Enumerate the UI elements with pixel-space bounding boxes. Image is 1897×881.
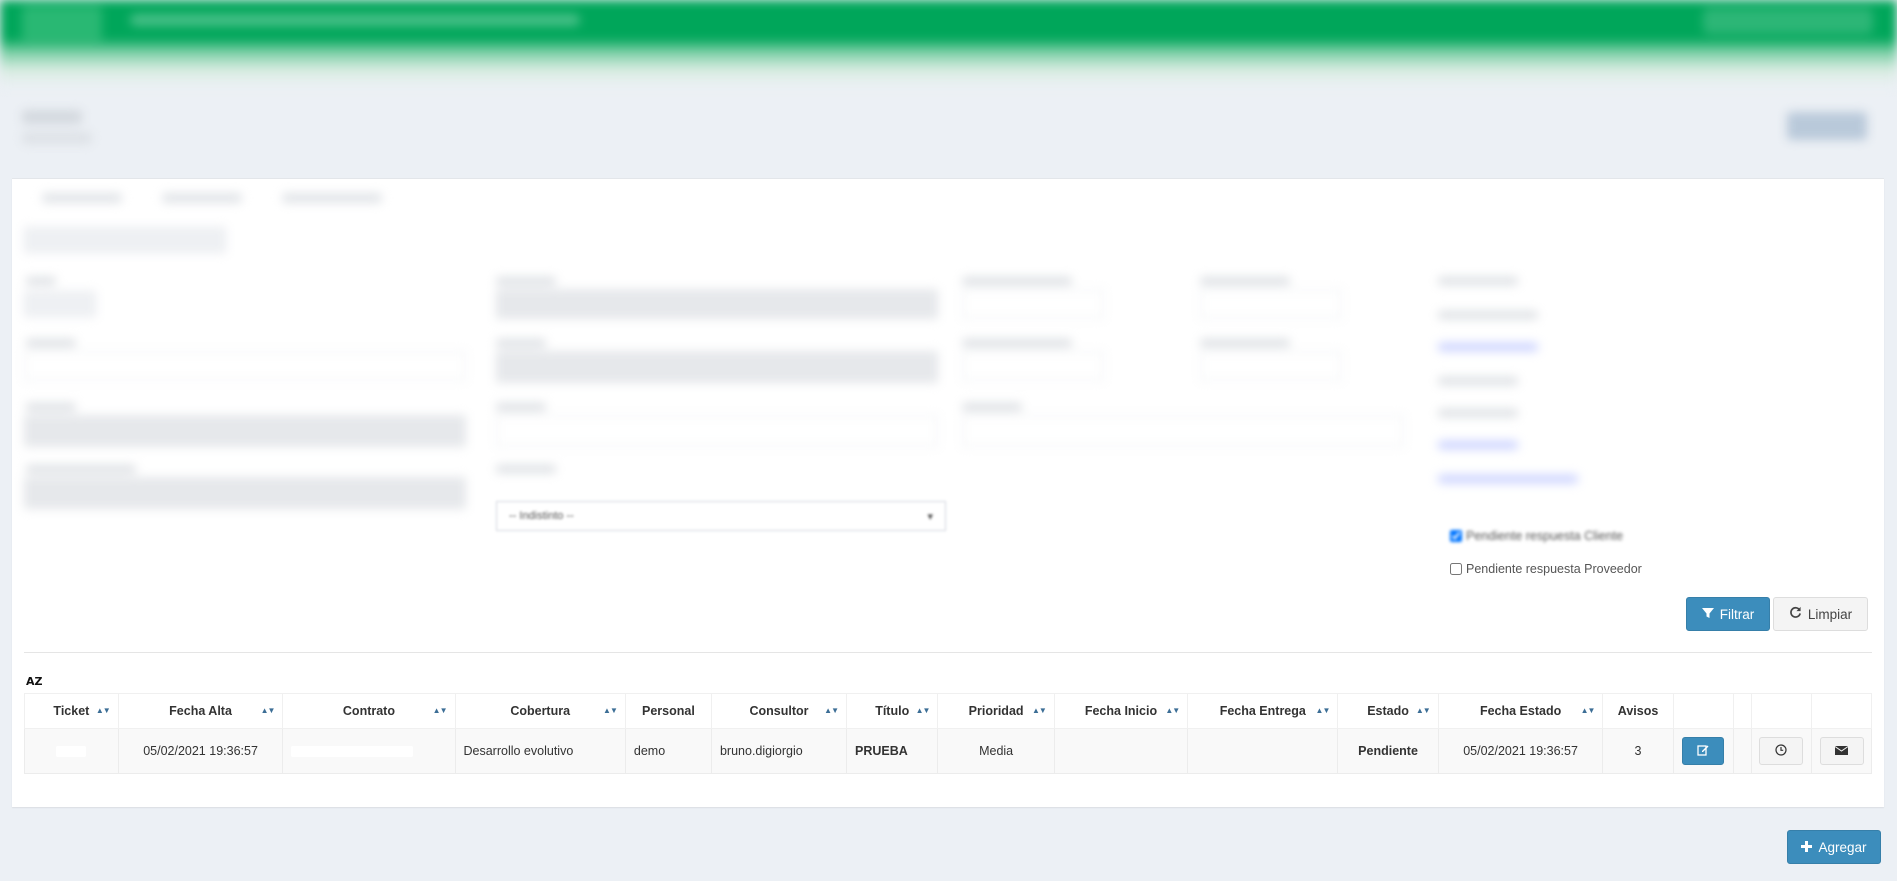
plus-icon bbox=[1801, 840, 1813, 855]
col-fecha-estado[interactable]: Fecha Estado ▲▼ bbox=[1437, 693, 1604, 729]
edit-button[interactable] bbox=[1682, 737, 1725, 765]
col-personal: Personal bbox=[624, 693, 712, 729]
col-action-history bbox=[1750, 693, 1813, 729]
cell-consultor: bruno.digiorgio bbox=[710, 728, 848, 774]
navbar-menu[interactable] bbox=[130, 14, 580, 26]
tabs-bar[interactable] bbox=[22, 179, 622, 215]
sort-icon[interactable]: ▲▼ bbox=[1316, 706, 1331, 715]
header-label: Fecha Alta bbox=[169, 704, 232, 718]
sort-icon[interactable]: ▲▼ bbox=[916, 706, 931, 715]
filter-select[interactable]: -- Indistinto -- ▾ bbox=[496, 501, 946, 531]
header-action-button[interactable] bbox=[1787, 112, 1867, 140]
header-label: Fecha Entrega bbox=[1219, 704, 1306, 718]
app-logo[interactable] bbox=[22, 6, 102, 42]
col-consultor[interactable]: Consultor ▲▼ bbox=[710, 693, 848, 729]
header-label: Fecha Inicio bbox=[1084, 704, 1158, 718]
sort-icon[interactable]: ▲▼ bbox=[433, 706, 448, 715]
col-avisos: Avisos bbox=[1602, 693, 1674, 729]
checkbox-label: Pendiente respuesta Proveedor bbox=[1466, 562, 1642, 576]
filter-icon bbox=[1701, 607, 1714, 622]
header-label: Avisos bbox=[1617, 704, 1659, 718]
filtrar-button[interactable]: Filtrar bbox=[1686, 597, 1770, 631]
cell-history bbox=[1750, 728, 1813, 774]
col-estado[interactable]: Estado ▲▼ bbox=[1337, 693, 1439, 729]
cell-spacer bbox=[1733, 728, 1752, 774]
checkbox-pendiente-cliente[interactable]: Pendiente respuesta Cliente bbox=[1450, 529, 1623, 543]
header-label: Contrato bbox=[342, 704, 395, 718]
top-navbar bbox=[0, 0, 1897, 88]
header-label: Fecha Estado bbox=[1479, 704, 1562, 718]
cell-titulo: PRUEBA bbox=[846, 728, 939, 774]
col-titulo[interactable]: Título ▲▼ bbox=[846, 693, 939, 729]
col-spacer bbox=[1733, 693, 1752, 729]
checkbox-input[interactable] bbox=[1450, 530, 1462, 542]
sort-icon[interactable]: ▲▼ bbox=[1416, 706, 1431, 715]
cell-mail bbox=[1811, 728, 1872, 774]
redacted-ticket bbox=[56, 746, 87, 758]
user-menu[interactable] bbox=[1703, 8, 1873, 34]
breadcrumb bbox=[22, 132, 92, 144]
cell-fecha-inicio bbox=[1053, 728, 1189, 774]
filter-form bbox=[12, 215, 1578, 645]
cell-prioridad: Media bbox=[937, 728, 1055, 774]
history-button[interactable] bbox=[1759, 737, 1804, 765]
cell-avisos: 3 bbox=[1602, 728, 1674, 774]
sort-icon[interactable]: ▲▼ bbox=[603, 706, 618, 715]
filtrar-label: Filtrar bbox=[1719, 606, 1755, 622]
cell-personal: demo bbox=[624, 728, 712, 774]
redacted-contrato bbox=[291, 746, 414, 758]
col-action-edit bbox=[1672, 693, 1735, 729]
sort-icon[interactable]: ▲▼ bbox=[261, 706, 276, 715]
cell-fecha-entrega bbox=[1187, 728, 1339, 774]
col-ticket[interactable]: Ticket ▲▼ bbox=[24, 693, 119, 729]
cell-cobertura: Desarrollo evolutivo bbox=[454, 728, 626, 774]
limpiar-button[interactable]: Limpiar bbox=[1773, 597, 1868, 631]
sort-icon[interactable]: ▲▼ bbox=[1581, 706, 1596, 715]
cell-estado: Pendiente bbox=[1337, 728, 1439, 774]
tickets-table: Ticket ▲▼ Fecha Alta ▲▼ Contrato ▲▼ Cobertu… bbox=[24, 693, 1872, 774]
sort-icon[interactable]: ▲▼ bbox=[96, 706, 111, 715]
cell-contrato bbox=[282, 728, 456, 774]
header-label: Consultor bbox=[749, 704, 809, 718]
sort-icon[interactable]: ▲▼ bbox=[1165, 706, 1180, 715]
mail-button[interactable] bbox=[1819, 737, 1864, 765]
agregar-label: Agregar bbox=[1818, 839, 1867, 855]
divider bbox=[24, 652, 1872, 653]
sort-icon[interactable]: ▲▼ bbox=[1032, 706, 1047, 715]
col-fecha-inicio[interactable]: Fecha Inicio ▲▼ bbox=[1053, 693, 1189, 729]
sort-icon[interactable]: ▲▼ bbox=[824, 706, 839, 715]
select-placeholder: -- Indistinto -- bbox=[509, 510, 574, 522]
col-fecha-entrega[interactable]: Fecha Entrega ▲▼ bbox=[1187, 693, 1339, 729]
header-label: Título bbox=[875, 704, 910, 718]
checkbox-label: Pendiente respuesta Cliente bbox=[1466, 529, 1624, 543]
content-header bbox=[0, 92, 1897, 172]
page-title bbox=[22, 110, 82, 124]
header-label: Cobertura bbox=[510, 704, 571, 718]
col-prioridad[interactable]: Prioridad ▲▼ bbox=[937, 693, 1055, 729]
table-header-row: Ticket ▲▼ Fecha Alta ▲▼ Contrato ▲▼ Cobertu… bbox=[24, 693, 1872, 729]
col-contrato[interactable]: Contrato ▲▼ bbox=[282, 693, 456, 729]
edit-icon bbox=[1697, 744, 1709, 759]
agregar-button[interactable]: Agregar bbox=[1787, 830, 1881, 864]
clock-icon bbox=[1775, 743, 1788, 759]
chevron-down-icon: ▾ bbox=[927, 510, 933, 523]
checkbox-pendiente-proveedor[interactable]: Pendiente respuesta Proveedor bbox=[1450, 562, 1642, 576]
header-label: Personal bbox=[642, 704, 695, 718]
envelope-icon bbox=[1834, 744, 1849, 759]
cell-edit bbox=[1672, 728, 1735, 774]
col-action-mail bbox=[1811, 693, 1872, 729]
header-label: Estado bbox=[1367, 704, 1409, 718]
table-row[interactable]: 05/02/2021 19:36:57 Desarrollo evolutivo… bbox=[24, 728, 1872, 774]
cell-fecha-alta: 05/02/2021 19:36:57 bbox=[117, 728, 284, 774]
header-label: Prioridad bbox=[968, 704, 1024, 718]
cell-fecha-estado: 05/02/2021 19:36:57 bbox=[1437, 728, 1604, 774]
header-label: Ticket bbox=[53, 704, 90, 718]
col-cobertura[interactable]: Cobertura ▲▼ bbox=[454, 693, 626, 729]
checkbox-input[interactable] bbox=[1450, 563, 1462, 575]
cell-ticket[interactable] bbox=[24, 728, 119, 774]
sort-toggle-icon[interactable]: AZ bbox=[26, 675, 43, 688]
refresh-icon bbox=[1789, 606, 1802, 622]
limpiar-label: Limpiar bbox=[1807, 606, 1853, 622]
col-fecha-alta[interactable]: Fecha Alta ▲▼ bbox=[117, 693, 284, 729]
